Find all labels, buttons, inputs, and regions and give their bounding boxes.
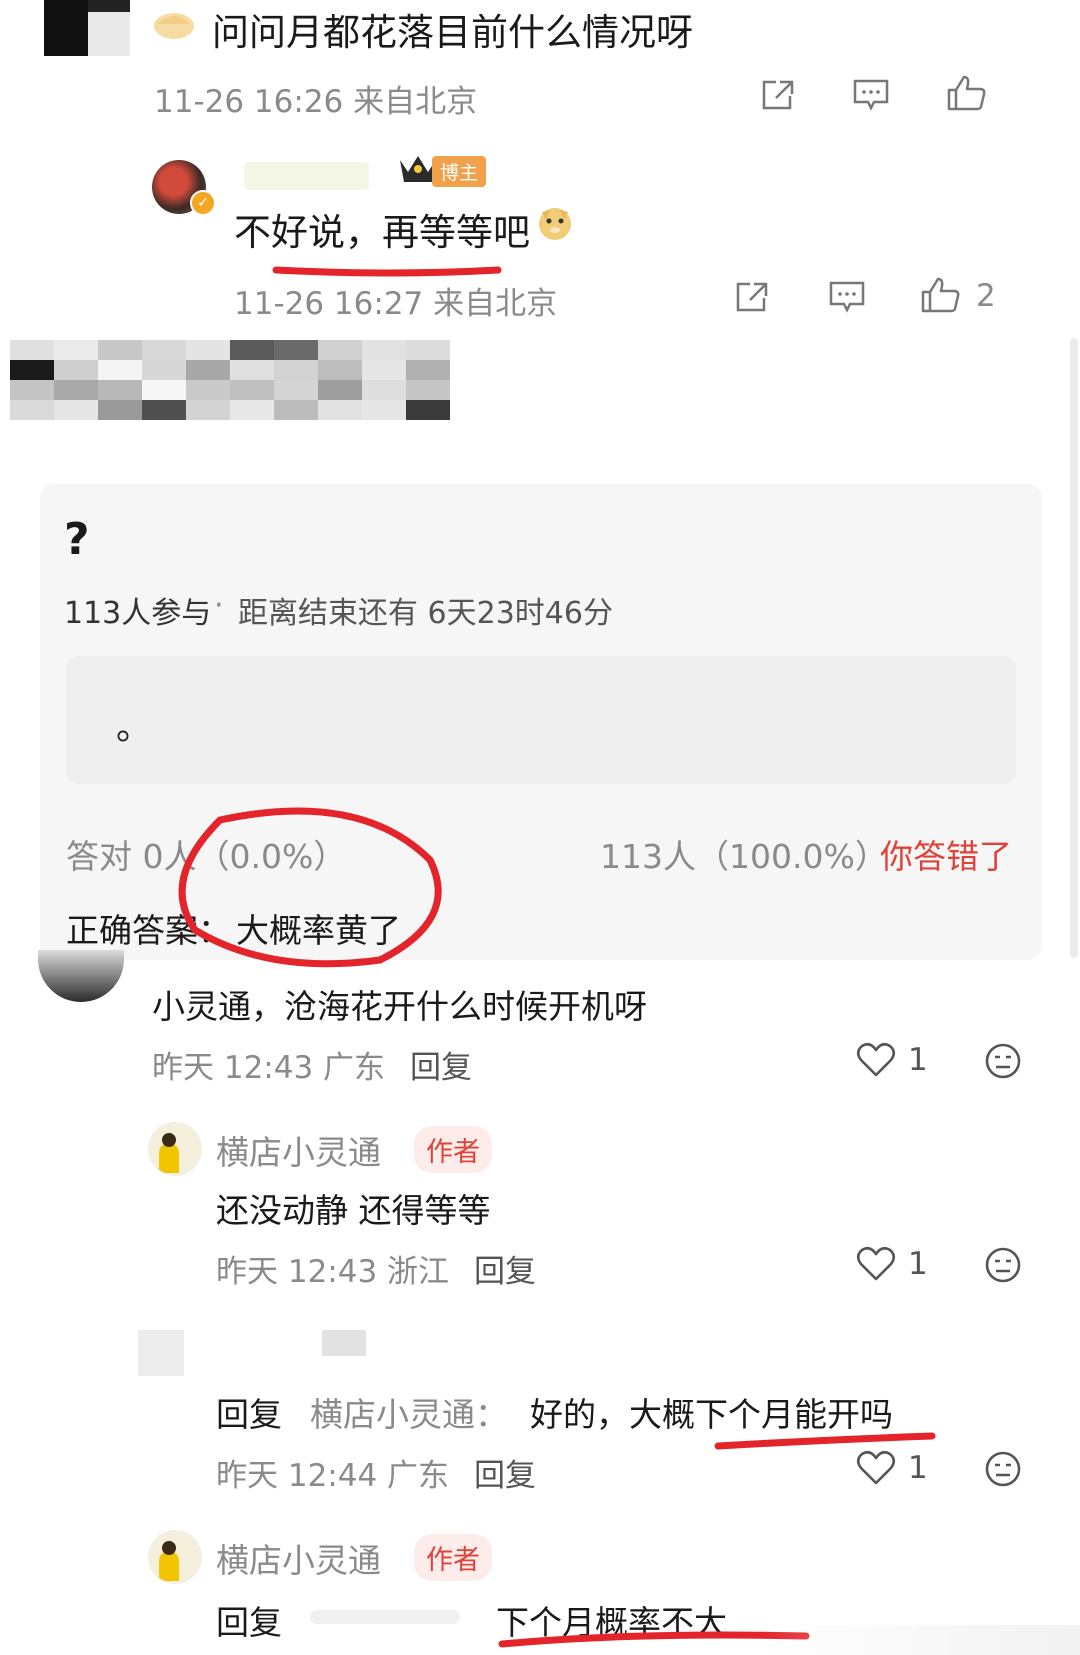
comment-text: 好的，大概下个月能开吗 [530, 1395, 893, 1434]
comment-like-count: 1 [908, 1246, 928, 1282]
quiz-wrong-stat: 113人（100.0%） [600, 837, 888, 876]
reply-prefix: 回复 [216, 1395, 282, 1434]
share-icon[interactable] [760, 78, 796, 112]
quiz-wrong-label: 你答错了 [880, 837, 1012, 876]
heart-icon[interactable] [856, 1042, 896, 1078]
author-avatar[interactable] [148, 1122, 202, 1176]
comment-text: 小灵通，沧海花开什么时候开机呀 [152, 987, 647, 1026]
quiz-question: ? [64, 514, 90, 565]
author-username[interactable]: 横店小灵通 [216, 1534, 381, 1582]
heart-icon[interactable] [856, 1450, 896, 1486]
comment-reply-button[interactable]: 回复 [474, 1450, 536, 1495]
bottom-fade [760, 1625, 1080, 1655]
comment-icon[interactable] [828, 280, 866, 314]
quiz-participants: 113人参与 [64, 596, 212, 631]
top-comment-text: 问问月都花落目前什么情况呀 [212, 11, 693, 54]
heart-icon[interactable] [856, 1246, 896, 1282]
author-username[interactable]: 横店小灵通 [216, 1126, 381, 1174]
reply-to-user-blurred [310, 1610, 460, 1624]
blogger-badge: 博主 [432, 156, 487, 187]
comment-text: 还没动静 还得等等 [216, 1191, 491, 1230]
share-icon[interactable] [734, 280, 770, 314]
censored-content-mosaic [10, 340, 450, 420]
commenter-avatar[interactable] [38, 950, 124, 1002]
blogger-reply-meta: 11-26 16:27 来自北京 [234, 286, 558, 322]
like-icon[interactable] [946, 74, 988, 112]
scrollbar[interactable] [1070, 338, 1078, 958]
red-circle-annotation [178, 807, 442, 968]
comment-reply-button[interactable]: 回复 [410, 1042, 472, 1087]
replier-username-blurred [322, 1330, 366, 1356]
quiz-option-text: 。 [116, 707, 153, 748]
top-comment-meta: 11-26 16:26 来自北京 [154, 84, 478, 120]
like-icon[interactable] [920, 276, 962, 314]
comment-icon[interactable] [852, 78, 890, 112]
reply-prefix: 回复 [216, 1603, 282, 1642]
quiz-countdown: 距离结束还有 6天23时46分 [238, 596, 613, 631]
comment-time-location: 昨天 12:44 广东 [216, 1458, 450, 1494]
dislike-face-icon[interactable] [984, 1042, 1022, 1080]
blogger-username-blurred [244, 162, 369, 190]
author-tag: 作者 [414, 1534, 492, 1581]
quiz-option[interactable] [66, 656, 1016, 784]
author-tag: 作者 [414, 1126, 492, 1173]
dislike-face-icon[interactable] [984, 1450, 1022, 1488]
comment-like-count: 1 [908, 1042, 928, 1078]
comment-reply-button[interactable]: 回复 [474, 1246, 536, 1291]
replier-avatar-blurred[interactable] [138, 1330, 184, 1376]
blogger-like-count: 2 [976, 278, 996, 314]
reply-to-user[interactable]: 横店小灵通： [310, 1388, 508, 1436]
doge-emoji-icon [536, 204, 574, 242]
dumpling-emoji-icon [152, 6, 196, 42]
dislike-face-icon[interactable] [984, 1246, 1022, 1284]
author-avatar[interactable] [148, 1530, 202, 1584]
comment-time-location: 昨天 12:43 浙江 [216, 1254, 450, 1290]
verified-badge-icon: ✓ [190, 190, 216, 216]
quiz-separator: · [214, 588, 224, 623]
comment-time-location: 昨天 12:43 广东 [152, 1050, 386, 1086]
top-comment-avatar[interactable] [44, 0, 130, 56]
blogger-reply-text: 不好说，再等等吧 [234, 211, 530, 254]
comment-like-count: 1 [908, 1450, 928, 1486]
